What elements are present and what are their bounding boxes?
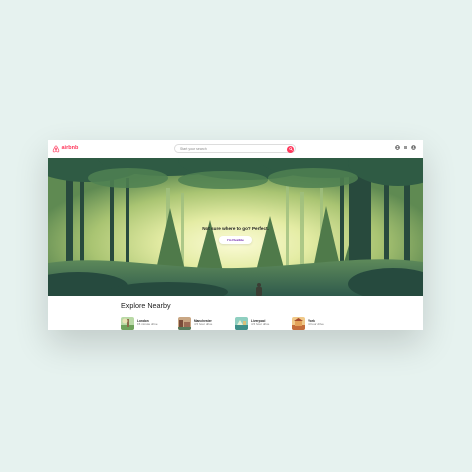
header-actions [395,145,416,150]
place-distance: 4.5 hour drive [194,322,213,327]
flexible-button[interactable]: I'm Flexible [219,236,252,244]
browser-window: airbnb Start your search Not sure where … [48,140,423,330]
place-distance: 4 hour drive [308,322,324,327]
top-nav: airbnb [48,140,423,158]
logo[interactable]: airbnb [52,140,78,158]
place-card-liverpool[interactable]: Liverpool 4.5 hour drive [235,316,291,330]
place-distance: 4.5 hour drive [251,322,270,327]
brand-name: airbnb [61,145,79,152]
place-thumbnail [292,316,305,330]
section-title: Explore Nearby [121,301,171,310]
menu-icon[interactable] [403,145,408,150]
explore-nearby-section: Explore Nearby London 15 minute drive Ma… [48,296,423,330]
place-thumbnail [121,316,134,330]
hero-tagline: Not sure where to go? Perfect. [202,226,269,231]
search-icon [288,147,293,151]
place-thumbnail [235,316,248,330]
place-thumbnail [178,316,191,330]
place-card-manchester[interactable]: Manchester 4.5 hour drive [178,316,234,330]
search-bar[interactable] [174,144,296,153]
search-button[interactable] [287,145,294,153]
place-distance: 15 minute drive [137,322,158,327]
user-avatar-icon[interactable] [411,145,416,150]
place-card-york[interactable]: York 4 hour drive [292,316,348,330]
globe-icon[interactable] [395,145,400,150]
place-card-london[interactable]: London 15 minute drive [121,316,177,330]
hero-banner: Not sure where to go? Perfect. I'm Flexi… [48,158,423,296]
search-input[interactable] [175,144,285,153]
airbnb-logo-icon [52,145,60,153]
